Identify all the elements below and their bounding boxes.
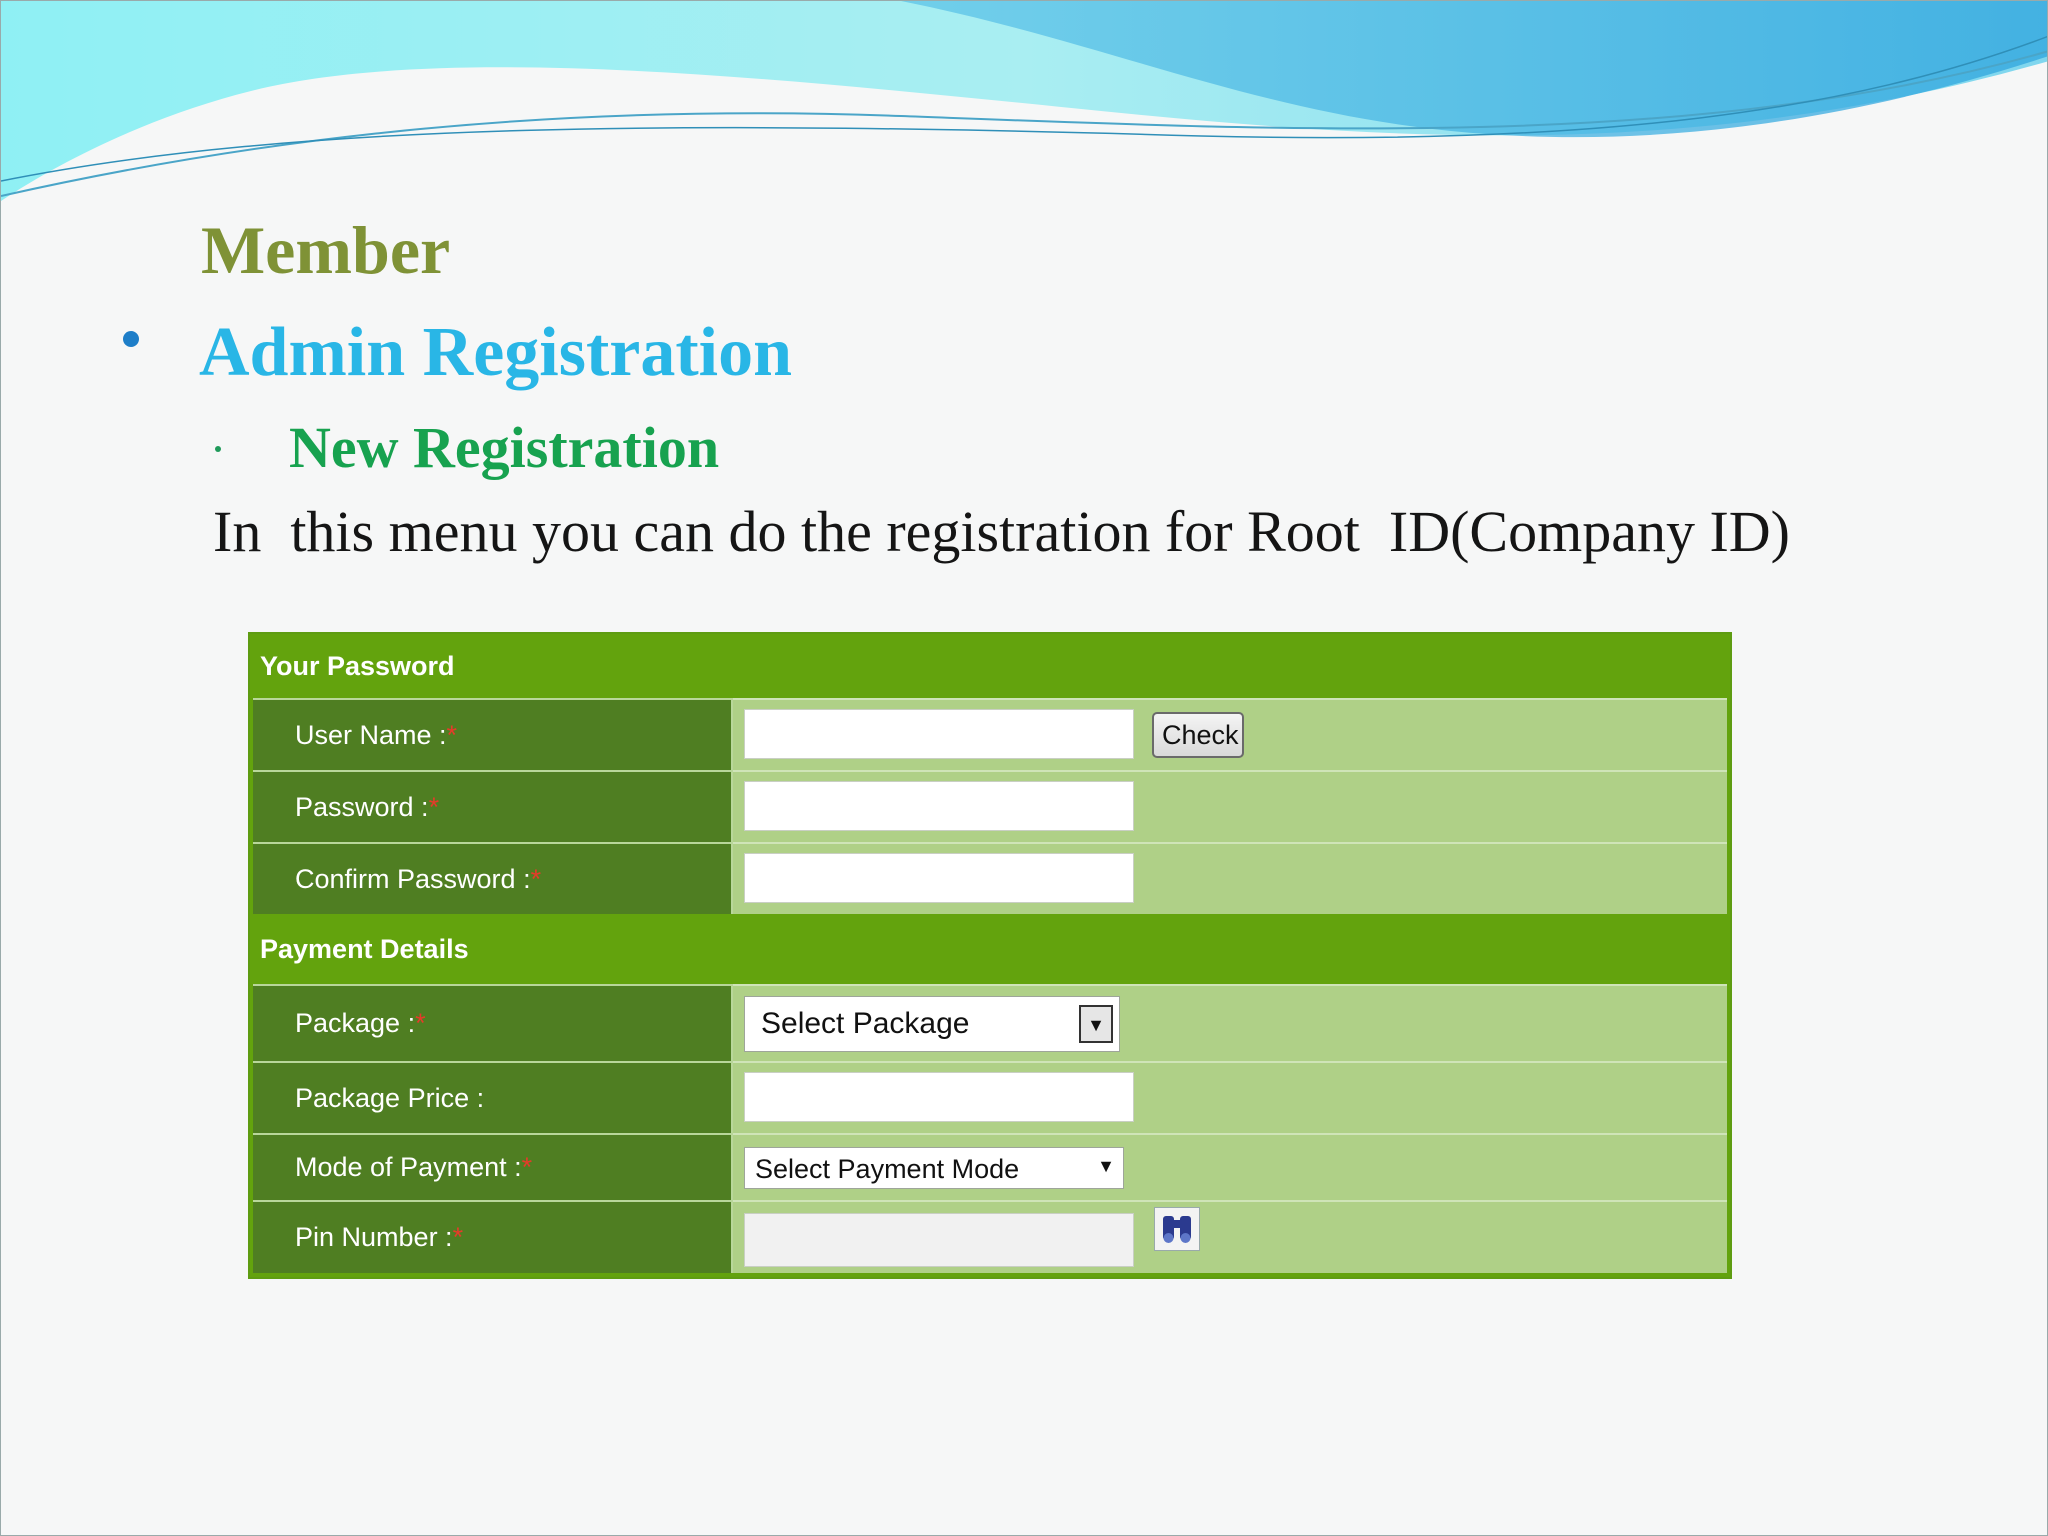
- field-value-cell: Select Package ▼: [733, 984, 1727, 1061]
- field-value-cell: [733, 1061, 1727, 1133]
- required-marker: *: [521, 1152, 533, 1182]
- chevron-down-icon[interactable]: ▼: [1079, 1005, 1113, 1043]
- payment-mode-select[interactable]: Select Payment Mode ▼: [744, 1147, 1124, 1189]
- form-row-user-name: User Name : * Check: [253, 698, 1727, 770]
- package-price-label: Package Price :: [295, 1082, 485, 1113]
- field-label: Pin Number : *: [253, 1200, 733, 1273]
- description-text: In this menu you can do the registration…: [213, 499, 1790, 564]
- package-select-value: Select Package: [761, 1007, 970, 1040]
- field-label: Password : *: [253, 770, 733, 842]
- field-label: Package : *: [253, 984, 733, 1061]
- pin-number-label: Pin Number :: [295, 1222, 453, 1252]
- field-label: Confirm Password : *: [253, 842, 733, 914]
- decorative-wave-header: [1, 1, 2047, 201]
- field-value-cell: [733, 770, 1727, 842]
- section-header-payment: Payment Details: [250, 914, 1730, 984]
- required-marker: *: [446, 719, 458, 750]
- check-button[interactable]: Check: [1152, 712, 1244, 758]
- mode-of-payment-label: Mode of Payment :: [295, 1152, 522, 1182]
- field-label: User Name : *: [253, 698, 733, 770]
- field-value-cell: Select Payment Mode ▼: [733, 1133, 1727, 1200]
- section-title: Admin Registration: [199, 314, 793, 391]
- form-row-mode-of-payment: Mode of Payment : * Select Payment Mode …: [253, 1133, 1727, 1200]
- required-marker: *: [415, 1008, 426, 1038]
- bullet-dot-icon: [123, 331, 139, 347]
- package-price-input[interactable]: [744, 1072, 1134, 1122]
- form-row-pin-number: Pin Number : *: [253, 1200, 1727, 1273]
- required-marker: *: [530, 863, 542, 894]
- pin-number-input: [744, 1213, 1134, 1267]
- form-row-package: Package : * Select Package ▼: [253, 984, 1727, 1061]
- section-header-label: Payment Details: [260, 933, 469, 964]
- password-input[interactable]: [744, 781, 1134, 831]
- page-title: Member: [201, 212, 451, 288]
- package-label: Package :: [295, 1008, 416, 1038]
- slide: Member Admin Registration New Registrati…: [0, 0, 2048, 1536]
- payment-mode-select-value: Select Payment Mode: [755, 1154, 1020, 1184]
- subsection-title: New Registration: [289, 415, 720, 480]
- form-row-package-price: Package Price :: [253, 1061, 1727, 1133]
- confirm-password-label: Confirm Password :: [295, 863, 531, 894]
- field-label: Package Price :: [253, 1061, 733, 1133]
- binoculars-icon[interactable]: [1154, 1207, 1200, 1251]
- required-marker: *: [428, 791, 440, 822]
- field-label: Mode of Payment : *: [253, 1133, 733, 1200]
- bullet-dot-icon: [215, 446, 221, 452]
- password-label: Password :: [295, 791, 429, 822]
- field-value-cell: [733, 1200, 1727, 1273]
- user-name-input[interactable]: [744, 709, 1134, 759]
- package-select[interactable]: Select Package ▼: [744, 996, 1120, 1052]
- field-value-cell: Check: [733, 698, 1727, 770]
- registration-form: Your Password User Name : * Check Passwo…: [248, 632, 1732, 1279]
- form-row-password: Password : *: [253, 770, 1727, 842]
- section-header-password: Your Password: [250, 634, 1730, 698]
- form-row-confirm-password: Confirm Password : *: [253, 842, 1727, 914]
- user-name-label: User Name :: [295, 719, 447, 750]
- chevron-down-icon[interactable]: ▼: [1097, 1156, 1115, 1177]
- section-header-label: Your Password: [260, 650, 455, 681]
- field-value-cell: [733, 842, 1727, 914]
- required-marker: *: [452, 1222, 464, 1252]
- confirm-password-input[interactable]: [744, 853, 1134, 903]
